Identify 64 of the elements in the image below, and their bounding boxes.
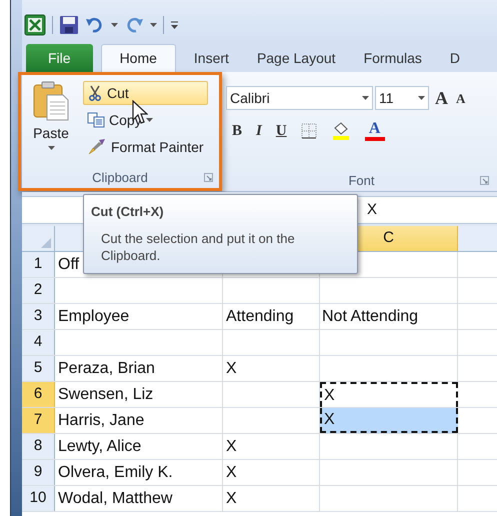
paintbrush-icon bbox=[87, 138, 107, 156]
underline-button[interactable]: U bbox=[276, 120, 287, 142]
ribbon-tab[interactable]: Home bbox=[100, 44, 176, 72]
undo-dropdown-icon bbox=[111, 23, 118, 27]
group-label: Font bbox=[348, 172, 374, 190]
paste-caret-icon bbox=[48, 146, 54, 150]
row-header[interactable]: 6 bbox=[22, 382, 55, 407]
cut-range-cell: X bbox=[320, 408, 458, 433]
redo-dropdown-icon bbox=[150, 23, 157, 27]
tooltip-text: Cut the selection and put it on the Clipboard. bbox=[100, 230, 296, 264]
table-cell-text: Wodal, Matthew bbox=[58, 488, 172, 508]
font-size-combobox[interactable]: 11 bbox=[375, 86, 429, 110]
scissors-icon bbox=[87, 85, 103, 101]
table-cell-text: Attending bbox=[226, 306, 294, 326]
italic-button[interactable]: I bbox=[256, 120, 262, 142]
paste-button[interactable]: Paste bbox=[29, 81, 73, 168]
font-size-caret-icon bbox=[418, 96, 425, 100]
save-icon[interactable] bbox=[59, 15, 79, 35]
font-name-caret-icon bbox=[362, 96, 369, 100]
copy-caret-icon bbox=[146, 118, 153, 122]
fill-bucket-icon[interactable] bbox=[330, 122, 351, 140]
table-cell-text: Off bbox=[58, 254, 80, 274]
clipboard-icon bbox=[33, 81, 69, 121]
borders-icon[interactable] bbox=[300, 123, 317, 140]
row-header[interactable]: 7 bbox=[22, 408, 55, 433]
tooltip-title: Cut (Ctrl+X) bbox=[91, 203, 165, 221]
row-header[interactable]: 10 bbox=[22, 486, 55, 511]
row-header[interactable]: 9 bbox=[22, 460, 55, 485]
dialog-launcher-icon[interactable] bbox=[204, 173, 213, 182]
font-color-button[interactable]: A bbox=[368, 121, 380, 138]
file-tab[interactable]: File bbox=[26, 44, 93, 72]
table-cell-text: X bbox=[226, 358, 237, 378]
ribbon-tab[interactable]: Formulas bbox=[354, 44, 432, 72]
grow-font-button[interactable]: A bbox=[435, 89, 448, 107]
bold-button[interactable]: B bbox=[232, 120, 242, 142]
spreadsheet-app-icon bbox=[24, 14, 46, 36]
table-cell-text: X bbox=[226, 488, 237, 508]
table-cell-text: Swensen, Liz bbox=[58, 384, 154, 404]
group-label: Clipboard bbox=[92, 169, 148, 188]
table-cell: Not Attending bbox=[320, 304, 458, 329]
table-cell-text: Peraza, Brian bbox=[58, 358, 155, 378]
table-cell-text: Employee bbox=[58, 306, 130, 326]
corner-triangle-icon bbox=[41, 238, 51, 248]
row-header[interactable]: 2 bbox=[22, 278, 55, 303]
customize-toolbar-icon[interactable] bbox=[170, 20, 179, 30]
row-header[interactable]: 1 bbox=[22, 252, 55, 277]
row-header[interactable]: 5 bbox=[22, 356, 55, 381]
table-cell-text: X bbox=[226, 436, 237, 456]
table-cell-text: Lewty, Alice bbox=[58, 436, 142, 456]
table-cell-text: Harris, Jane bbox=[58, 410, 144, 430]
cut-button[interactable]: Cut bbox=[83, 81, 208, 105]
copy-icon bbox=[87, 112, 105, 128]
ribbon-tab[interactable]: Page Layout bbox=[246, 44, 346, 72]
ribbon-tab[interactable]: D bbox=[440, 44, 470, 72]
row-header[interactable]: 8 bbox=[22, 434, 55, 459]
format-painter-button[interactable]: Format Painter bbox=[83, 135, 208, 159]
shrink-font-button[interactable]: A bbox=[456, 92, 466, 104]
row-header[interactable]: 3 bbox=[22, 304, 55, 329]
table-cell-text: X bbox=[226, 462, 237, 482]
table-cell-text: Olvera, Emily K. bbox=[58, 462, 173, 482]
dialog-launcher-icon[interactable] bbox=[480, 176, 489, 185]
ribbon-tab[interactable]: Insert bbox=[184, 44, 239, 72]
row-header[interactable]: 4 bbox=[22, 330, 55, 355]
font-name-combobox[interactable]: Calibri bbox=[226, 86, 373, 110]
